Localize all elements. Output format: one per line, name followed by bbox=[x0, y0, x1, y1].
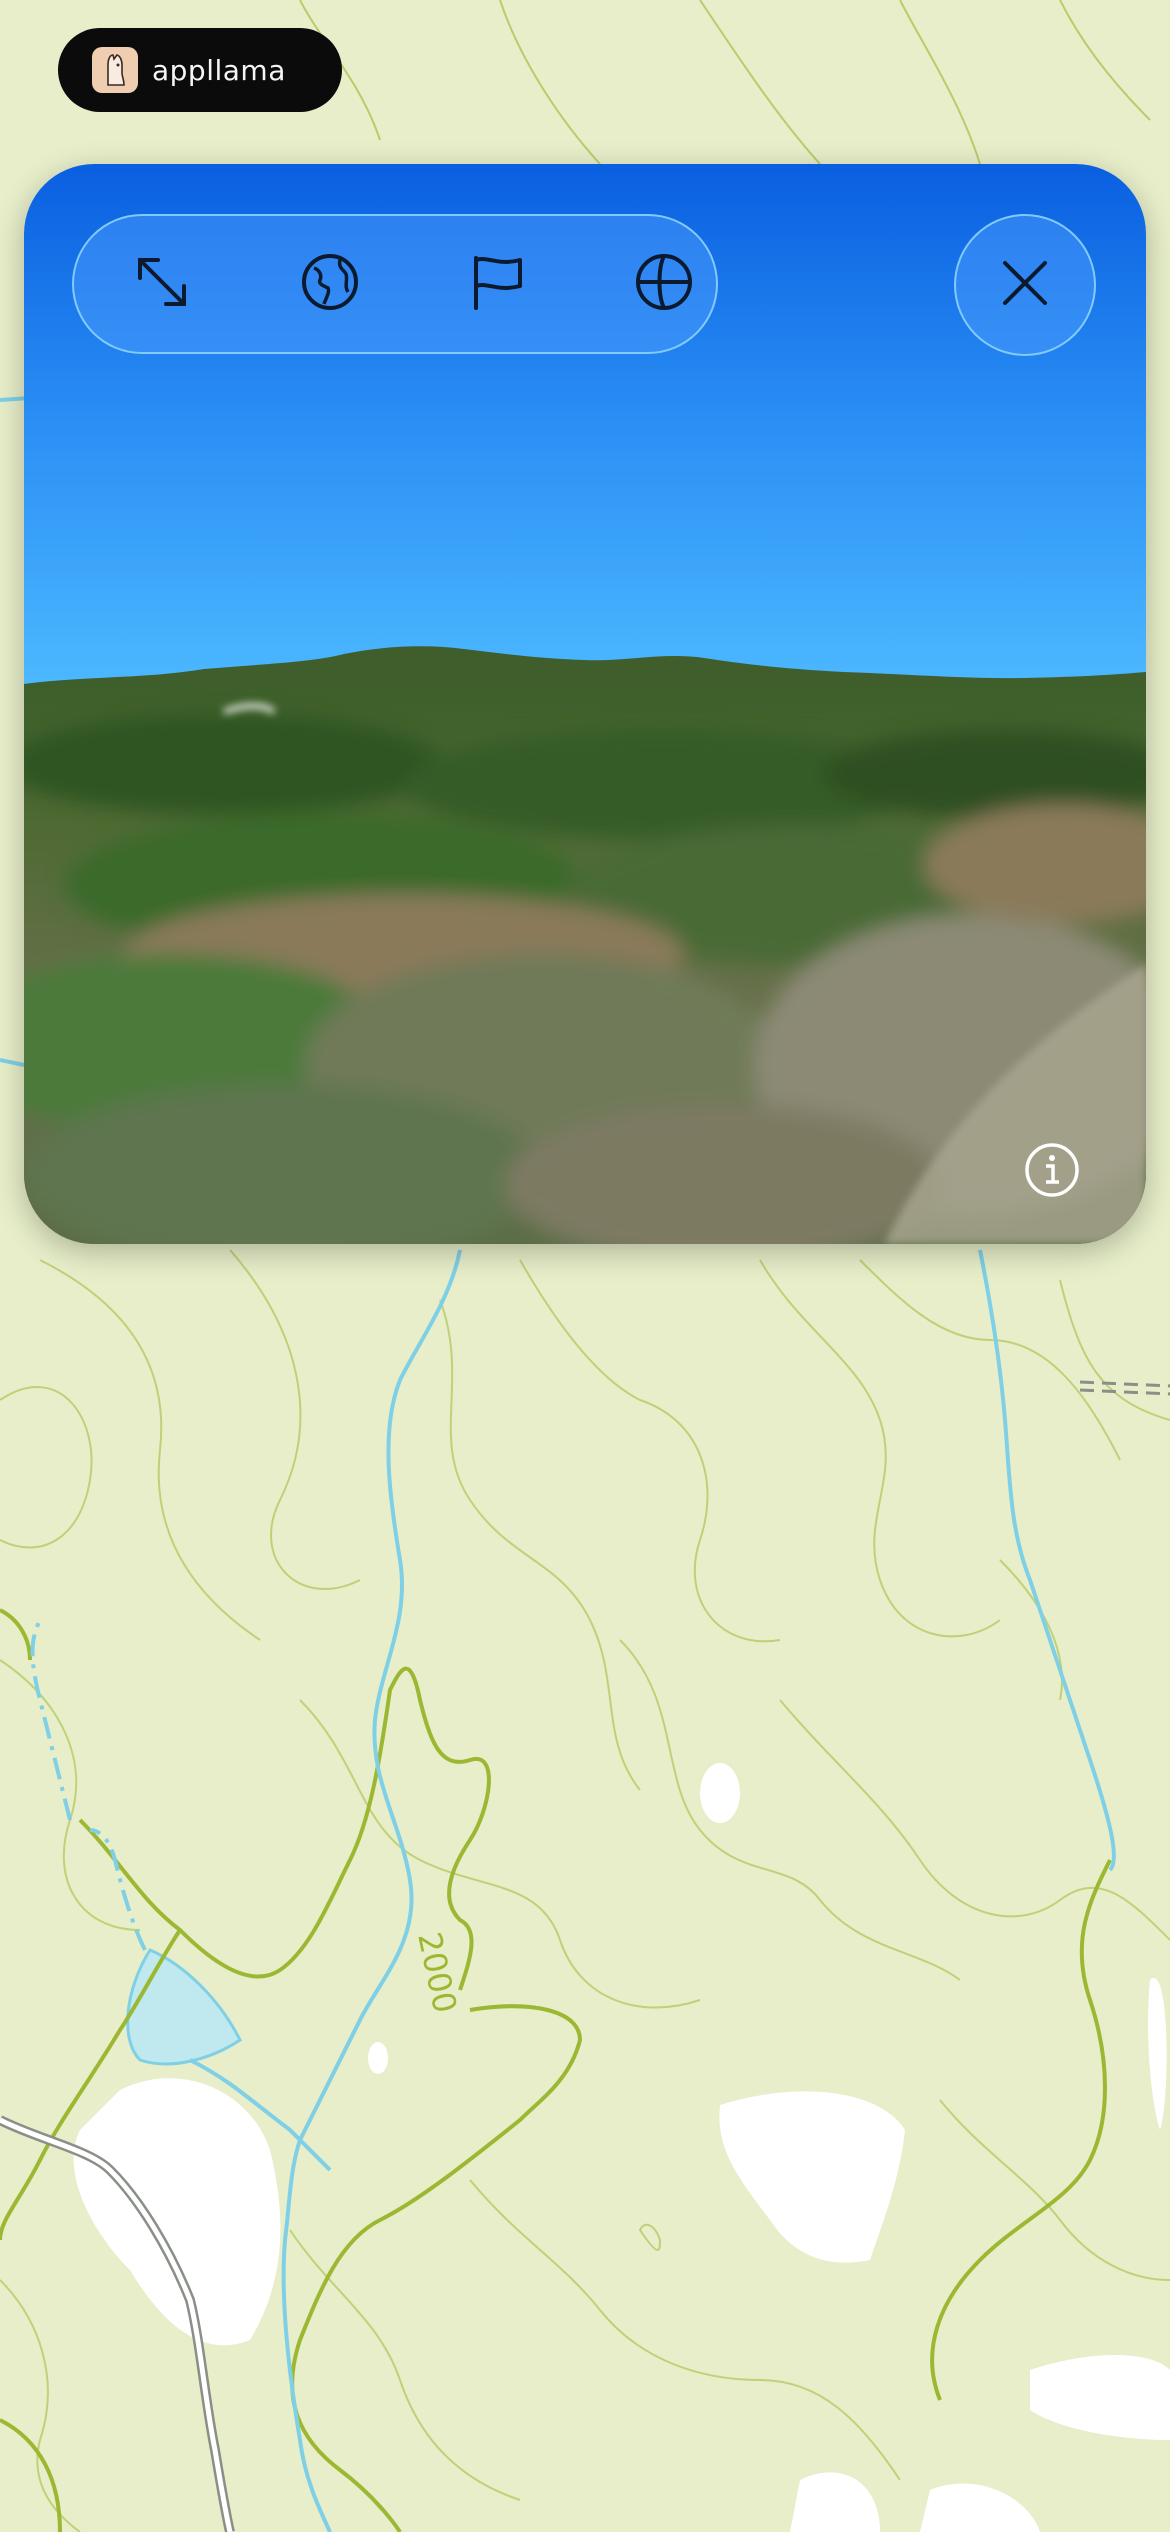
brand-badge[interactable]: appllama bbox=[58, 28, 342, 112]
close-icon bbox=[999, 257, 1051, 313]
expand-button[interactable] bbox=[92, 216, 232, 352]
trail bbox=[1079, 1388, 1170, 1396]
clearing bbox=[790, 2472, 880, 2532]
expand-arrows-icon bbox=[132, 252, 192, 316]
sphere-button[interactable] bbox=[594, 216, 734, 352]
contour-label: 2000 bbox=[410, 1929, 464, 2017]
flag-button[interactable] bbox=[428, 216, 568, 352]
clearing bbox=[73, 2078, 281, 2346]
globe-button[interactable] bbox=[260, 216, 400, 352]
trail bbox=[1079, 1380, 1170, 1388]
sphere-grid-icon bbox=[634, 252, 694, 316]
clearing bbox=[719, 2091, 905, 2263]
clearing bbox=[920, 2483, 1040, 2532]
llama-icon bbox=[92, 47, 138, 93]
flag-icon bbox=[468, 252, 528, 316]
terrain-3d-view[interactable] bbox=[24, 164, 1146, 1244]
clearing bbox=[1030, 2355, 1170, 2440]
info-icon bbox=[1024, 1142, 1080, 1202]
info-button[interactable] bbox=[1022, 1142, 1082, 1202]
globe-icon bbox=[300, 252, 360, 316]
contour-lines-top bbox=[299, 0, 1151, 165]
clearing bbox=[700, 1763, 740, 1823]
index-contours bbox=[0, 1608, 1112, 2532]
brand-name: appllama bbox=[152, 53, 286, 87]
clearing bbox=[368, 2042, 388, 2074]
contour-lines bbox=[0, 1249, 1170, 2532]
close-button[interactable] bbox=[954, 214, 1096, 356]
view-toolbar bbox=[72, 214, 718, 354]
clearing bbox=[1148, 1978, 1167, 2130]
